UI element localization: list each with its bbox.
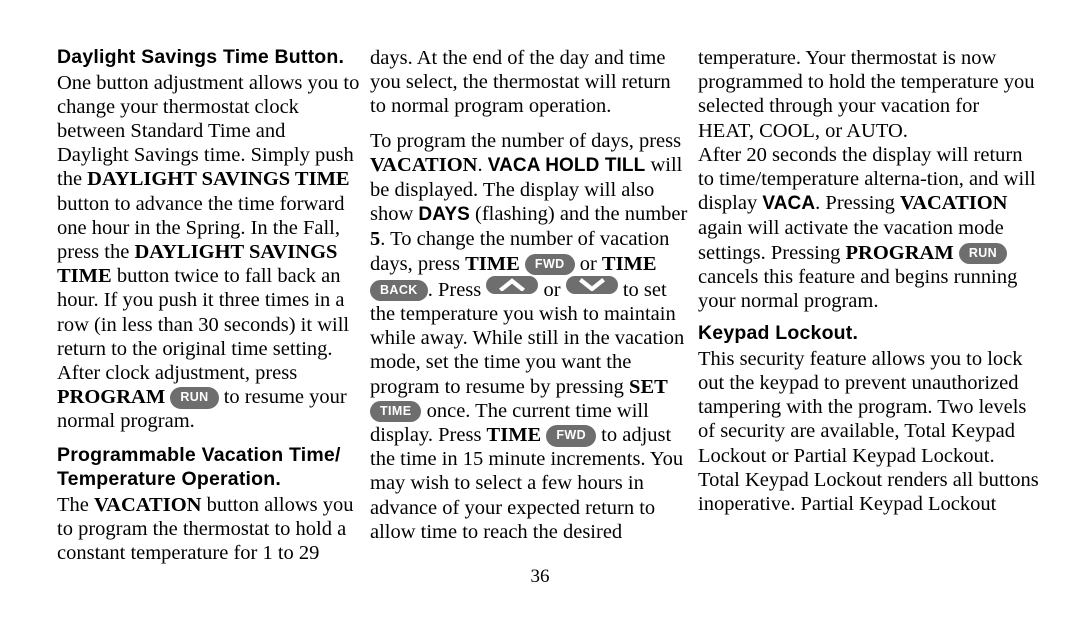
text-run: (flashing) and the number	[469, 203, 688, 226]
keyword-vacation: VACATION	[94, 493, 202, 516]
button-badge-fwd[interactable]: FWD	[524, 253, 575, 276]
heading-daylight-savings-time-button: Daylight Savings Time Button.	[57, 46, 345, 68]
keyword-program: PROGRAM	[845, 241, 954, 264]
text-run: . Press	[427, 278, 487, 301]
keyword-time: TIME	[465, 252, 520, 275]
button-badge-back[interactable]: BACK	[370, 279, 428, 302]
chevron-down-icon	[578, 277, 605, 291]
button-badge-down-arrow[interactable]	[565, 275, 618, 294]
lcd-text-vaca: VACA	[762, 193, 816, 215]
button-badge-fwd[interactable]: FWD	[546, 425, 597, 447]
lcd-text-days: DAYS	[418, 204, 470, 226]
keyword-vacation: VACATION	[900, 192, 1008, 215]
paragraph-thermostat-programmed: temperature. Your thermostat is now prog…	[698, 47, 1035, 142]
paragraph-keypad-lockout: This security feature allows you to lock…	[698, 347, 1039, 515]
button-badge-up-arrow[interactable]	[486, 275, 539, 294]
paragraph-daylight-savings: One button adjustment allows you to chan…	[57, 71, 362, 434]
paragraph-vacation-intro: The VACATION button allows you to progra…	[57, 493, 362, 566]
text-run: .	[477, 153, 488, 176]
value-number-5: 5	[370, 228, 381, 251]
chevron-up-icon	[499, 278, 526, 291]
text-run: . Pressing	[815, 192, 901, 215]
paragraph-program-number-of-days: To program the number of days, press VAC…	[370, 129, 690, 544]
heading-programmable-vacation-line1: Programmable Vacation Time/	[57, 443, 341, 466]
page-number: 36	[530, 566, 550, 587]
column-right: temperature. Your thermostat is now prog…	[698, 46, 1080, 516]
keyword-time: TIME	[486, 424, 542, 447]
keyword-program: PROGRAM	[57, 386, 166, 409]
text-run: The	[57, 493, 94, 516]
heading-programmable-vacation-line2: Temperature Operation.	[57, 468, 282, 491]
lcd-text-vaca-hold-till: VACA HOLD TILL	[487, 154, 646, 176]
text-run: or	[574, 252, 602, 275]
keyword-time: TIME	[601, 252, 657, 275]
keyword-daylight-savings-time: DAYLIGHT SAVINGS TIME	[87, 168, 350, 191]
paragraph-vacation-continued: days. At the end of the day and time you…	[370, 47, 671, 118]
paragraph-after-20-seconds: After 20 seconds the display will return…	[698, 143, 1040, 313]
heading-keypad-lockout: Keypad Lockout.	[698, 322, 859, 345]
text-run: cancels this feature and begins running …	[698, 265, 1018, 313]
three-column-layout: Daylight Savings Time Button. One button…	[0, 46, 1080, 565]
text-run: or	[538, 278, 566, 301]
text-run: To program the number of days, press	[370, 129, 682, 152]
button-badge-run[interactable]: RUN	[958, 242, 1008, 265]
column-left: Daylight Savings Time Button. One button…	[0, 46, 370, 565]
column-middle: days. At the end of the day and time you…	[370, 46, 698, 544]
keyword-set: SET	[629, 375, 668, 398]
keyword-vacation: VACATION	[370, 153, 478, 176]
button-badge-time[interactable]: TIME	[370, 400, 422, 423]
button-badge-run[interactable]: RUN	[170, 387, 219, 409]
manual-page: Daylight Savings Time Button. One button…	[0, 0, 1080, 631]
page-number-container: 36	[0, 566, 1080, 588]
